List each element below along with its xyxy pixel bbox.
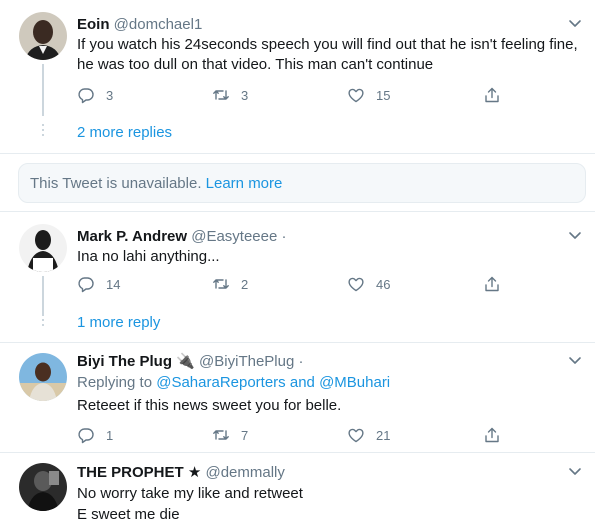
- avatar[interactable]: [19, 463, 67, 511]
- show-more-replies-link[interactable]: 2 more replies: [77, 123, 172, 143]
- display-name[interactable]: Eoin: [77, 16, 110, 33]
- avatar[interactable]: [19, 12, 67, 60]
- like-count: 21: [376, 427, 391, 443]
- reply-count: 3: [106, 87, 114, 103]
- display-name[interactable]: THE PROPHET: [77, 464, 184, 481]
- thread-connector-dots: [42, 314, 44, 329]
- retweet-count: 2: [241, 276, 249, 292]
- thread-connector: [42, 276, 44, 316]
- like-button[interactable]: 46: [347, 273, 390, 295]
- plug-emoji: 🔌: [176, 353, 195, 370]
- like-button[interactable]: 21: [347, 424, 390, 446]
- retweet-button[interactable]: 3: [212, 84, 248, 106]
- like-count: 46: [376, 276, 391, 292]
- chevron-down-icon[interactable]: [566, 351, 584, 369]
- like-count: 15: [376, 87, 391, 103]
- retweet-icon: [213, 90, 229, 100]
- retweet-icon: [213, 430, 229, 440]
- chevron-down-icon[interactable]: [566, 462, 584, 480]
- thread-connector-dots: [42, 124, 44, 139]
- divider: [0, 153, 595, 154]
- separator-dot: ·: [281, 228, 287, 245]
- replying-and: and: [289, 374, 315, 391]
- replying-to-label: Replying to: [77, 374, 153, 391]
- tweet-header: THE PROPHET ★ @demmally: [77, 463, 285, 482]
- show-more-replies-link[interactable]: 1 more reply: [77, 313, 160, 333]
- retweet-button[interactable]: 7: [212, 424, 248, 446]
- tweet-header: Eoin @domchael1: [77, 15, 202, 34]
- tweet-unavailable-notice: This Tweet is unavailable. Learn more: [18, 163, 586, 203]
- retweet-button[interactable]: 2: [212, 273, 248, 295]
- tweet-header: Mark P. Andrew @Easyteeee ·: [77, 227, 287, 246]
- display-name[interactable]: Mark P. Andrew: [77, 228, 187, 245]
- chevron-down-icon[interactable]: [566, 226, 584, 244]
- thread-connector: [42, 64, 44, 116]
- tweet-actions: 3 3 15: [77, 84, 507, 106]
- username[interactable]: @domchael1: [114, 16, 203, 33]
- retweet-count: 7: [241, 427, 249, 443]
- like-icon: [348, 277, 364, 292]
- retweet-count: 3: [241, 87, 249, 103]
- divider: [0, 211, 595, 212]
- learn-more-link[interactable]: Learn more: [206, 175, 283, 192]
- tweet-text: If you watch his 24seconds speech you wi…: [77, 36, 578, 73]
- reply-icon: [78, 88, 94, 104]
- reply-icon: [78, 277, 94, 293]
- username[interactable]: @demmally: [205, 464, 284, 481]
- share-icon: [485, 87, 499, 103]
- tweet-actions: 1 7 21: [77, 424, 507, 446]
- share-icon: [485, 276, 499, 292]
- reply-icon: [78, 428, 94, 444]
- display-name[interactable]: Biyi The Plug: [77, 353, 172, 370]
- divider: [0, 452, 595, 453]
- reply-count: 14: [106, 276, 121, 292]
- unavailable-text: This Tweet is unavailable.: [30, 175, 202, 192]
- reply-count: 1: [106, 427, 114, 443]
- mention-link[interactable]: @SaharaReporters: [156, 374, 285, 391]
- share-button[interactable]: [483, 424, 501, 446]
- divider: [0, 342, 595, 343]
- tweet-text: Reteeet if this news sweet you for belle…: [77, 397, 342, 414]
- like-icon: [348, 88, 364, 103]
- share-icon: [485, 427, 499, 443]
- share-button[interactable]: [483, 273, 501, 295]
- tweet-header: Biyi The Plug 🔌 @BiyiThePlug ·: [77, 352, 304, 371]
- mention-link[interactable]: @MBuhari: [319, 374, 390, 391]
- chevron-down-icon[interactable]: [566, 14, 584, 32]
- reply-button[interactable]: 14: [77, 273, 120, 295]
- tweet-text: Ina no lahi anything...: [77, 248, 220, 265]
- tweet-actions: 14 2 46: [77, 273, 507, 295]
- avatar[interactable]: [19, 353, 67, 401]
- separator-dot: ·: [298, 353, 304, 370]
- avatar[interactable]: [19, 224, 67, 272]
- username[interactable]: @Easyteeee: [191, 228, 277, 245]
- reply-button[interactable]: 3: [77, 84, 113, 106]
- replying-to: Replying to @SaharaReporters and @MBuhar…: [77, 373, 390, 393]
- tweet-text-line-1: No worry take my like and retweet: [77, 485, 303, 502]
- share-button[interactable]: [483, 84, 501, 106]
- tweet-text-line-2: E sweet me die: [77, 506, 180, 523]
- username[interactable]: @BiyiThePlug: [199, 353, 294, 370]
- replies-thread: Eoin @domchael1 If you watch his 24secon…: [0, 0, 595, 529]
- retweet-icon: [213, 279, 229, 289]
- star-symbol: ★: [187, 464, 202, 481]
- like-button[interactable]: 15: [347, 84, 390, 106]
- reply-button[interactable]: 1: [77, 424, 113, 446]
- like-icon: [348, 428, 364, 443]
